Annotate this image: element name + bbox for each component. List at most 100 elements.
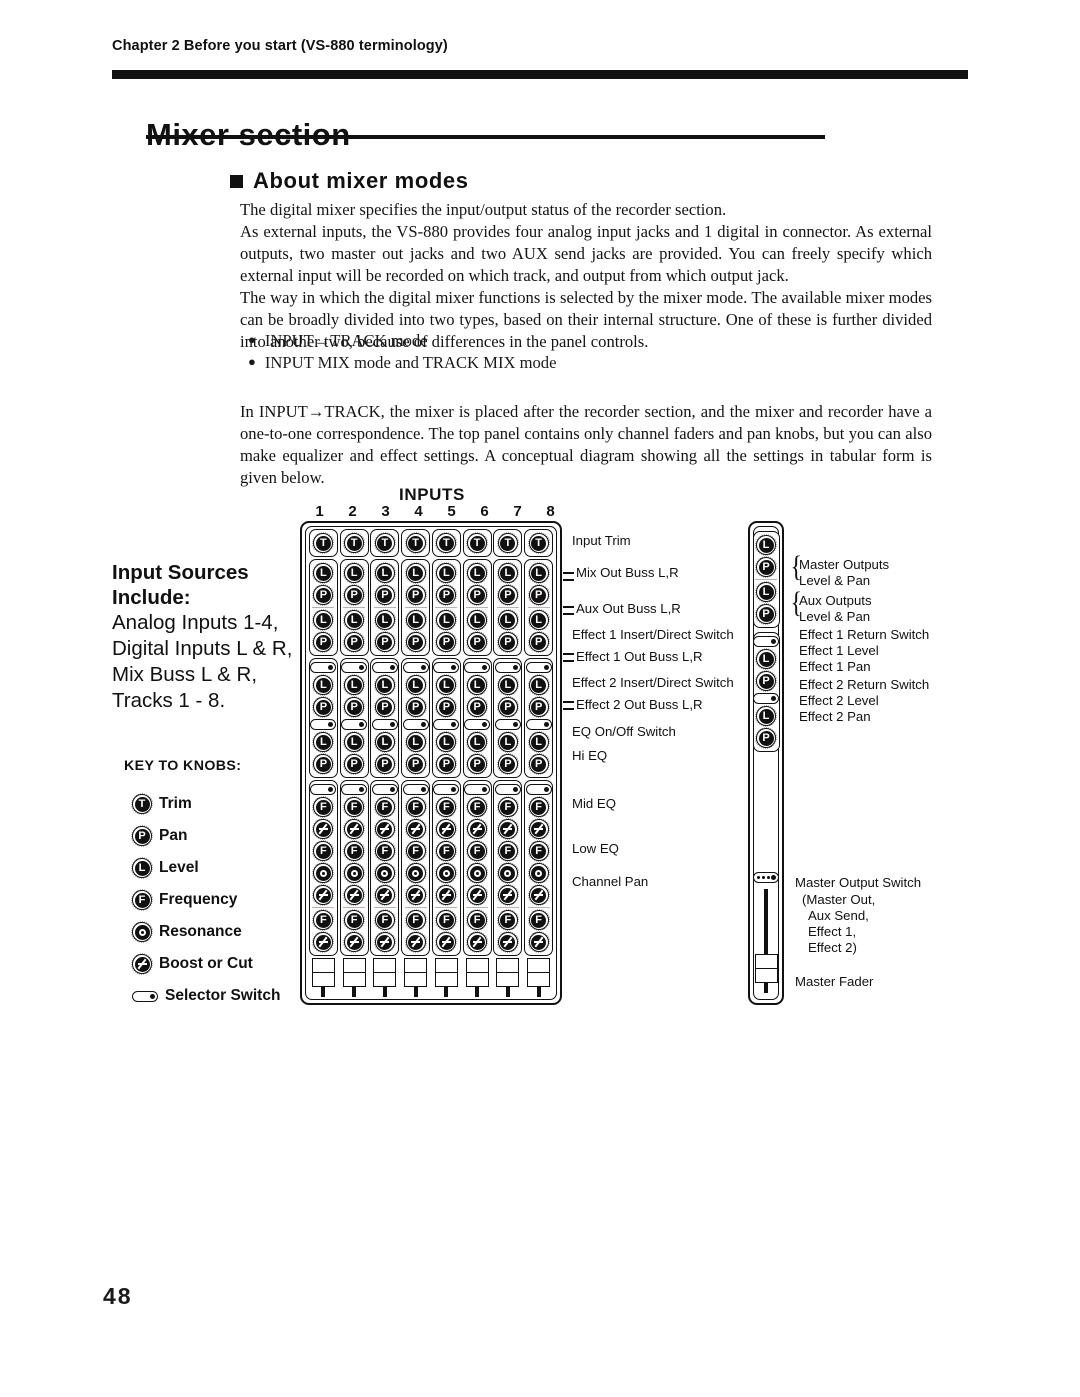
frequency-knob-icon: F	[466, 909, 489, 931]
group-divider	[435, 907, 458, 908]
master-label-effect1-level: Effect 1 Level	[799, 643, 879, 658]
fader-cap[interactable]	[373, 958, 397, 987]
level-knob-icon: L	[373, 731, 396, 753]
buss-connector-mark	[563, 572, 574, 581]
fader-slot	[536, 986, 541, 997]
pan-knob-icon: P	[343, 584, 366, 606]
boost-cut-knob-icon	[343, 818, 366, 840]
frequency-knob-icon: F	[373, 909, 396, 931]
master-label-aux-send: Aux Send,	[808, 908, 869, 923]
selector-switch-icon	[494, 784, 521, 795]
boost-cut-knob-icon	[373, 818, 396, 840]
fader-slot	[505, 986, 510, 997]
selector-switch-icon	[402, 784, 429, 795]
pan-knob-icon: P	[404, 631, 427, 653]
master-label-master-outputs: Master Outputs	[799, 557, 890, 572]
channel-label-hi-eq: Hi EQ	[572, 748, 608, 763]
fader-cap[interactable]	[527, 958, 551, 987]
fader-slot	[475, 986, 480, 997]
master-label-master-out: (Master Out,	[802, 892, 876, 907]
level-knob-icon: L	[312, 731, 335, 753]
buss-send-group: LPLP	[370, 559, 400, 656]
effect-send-group: LPLP	[493, 658, 523, 778]
frequency-knob-icon: F	[373, 796, 396, 818]
channel-fader[interactable]	[496, 958, 520, 997]
level-knob-icon: L	[343, 731, 366, 753]
frequency-knob-icon: F	[404, 796, 427, 818]
group-divider	[404, 607, 427, 608]
buss-connector-mark	[563, 653, 574, 662]
boost-cut-knob-icon	[373, 884, 396, 906]
equalizer-group: FFF	[431, 780, 461, 956]
frequency-knob-icon: F	[404, 909, 427, 931]
pan-knob-icon: P	[343, 631, 366, 653]
group-divider	[755, 579, 777, 580]
master-label-effect2-return: Effect 2 Return Switch	[799, 677, 930, 692]
resonance-knob-icon	[373, 862, 396, 884]
group-divider	[312, 907, 335, 908]
channel-fader[interactable]	[434, 958, 458, 997]
pan-knob-icon: P	[404, 696, 427, 718]
selector-switch-icon	[433, 719, 460, 730]
level-knob-icon: L	[435, 609, 458, 631]
channel-fader[interactable]	[404, 958, 428, 997]
fader-cap[interactable]	[342, 958, 366, 987]
channel-fader[interactable]	[311, 958, 335, 997]
fader-cap[interactable]	[496, 958, 520, 987]
master-fader[interactable]	[754, 889, 778, 993]
frequency-knob-icon: F	[527, 909, 550, 931]
frequency-knob-icon: F	[404, 840, 427, 862]
fader-cap[interactable]	[465, 958, 489, 987]
fader-cap[interactable]	[434, 958, 458, 987]
pan-knob-icon: P	[755, 556, 777, 578]
channel-number: 8	[546, 503, 555, 520]
input-channel-console: TLPLPLPLPFFFPTLPLPLPLPFFFPTLPLPLPLPFFFPT…	[300, 521, 562, 1005]
effect-send-group: LPLP	[462, 658, 492, 778]
group-divider	[527, 907, 550, 908]
channel-fader[interactable]	[373, 958, 397, 997]
pan-knob-icon: P	[755, 603, 777, 625]
selector-switch-icon	[433, 784, 460, 795]
pan-knob-icon: P	[373, 753, 396, 775]
fader-cap[interactable]	[754, 954, 778, 983]
pan-knob-icon: P	[496, 696, 519, 718]
fader-slot	[444, 986, 449, 997]
frequency-knob-icon: F	[435, 909, 458, 931]
boost-cut-knob-icon	[496, 818, 519, 840]
fader-cap[interactable]	[404, 958, 428, 987]
master-label-effect-2: Effect 2)	[808, 940, 857, 955]
group-divider	[343, 607, 366, 608]
level-knob-icon: L	[343, 674, 366, 696]
group-divider	[343, 907, 366, 908]
boost-cut-knob-icon	[404, 884, 427, 906]
master-label-effect-1: Effect 1,	[808, 924, 857, 939]
group-divider	[466, 607, 489, 608]
frequency-knob-icon: F	[527, 796, 550, 818]
channel-number: 4	[414, 503, 423, 520]
level-knob-icon: L	[755, 648, 777, 670]
pan-knob-icon: P	[312, 584, 335, 606]
input-trim-group: T	[401, 529, 431, 557]
level-knob-icon: L	[404, 731, 427, 753]
selector-switch-icon	[494, 662, 521, 673]
boost-cut-knob-icon	[466, 884, 489, 906]
selector-switch-icon	[310, 662, 337, 673]
buss-send-group: LPLP	[339, 559, 369, 656]
equalizer-group: FFF	[462, 780, 492, 956]
frequency-knob-icon: F	[343, 909, 366, 931]
fader-cap[interactable]	[311, 958, 335, 987]
channel-label-effect1-out-buss: Effect 1 Out Buss L,R	[576, 649, 703, 664]
boost-cut-knob-icon	[404, 818, 427, 840]
buss-send-group: LPLP	[401, 559, 431, 656]
level-knob-icon: L	[343, 609, 366, 631]
level-knob-icon: L	[466, 562, 489, 584]
channel-number: 5	[447, 503, 456, 520]
pan-knob-icon: P	[527, 631, 550, 653]
channel-fader[interactable]	[527, 958, 551, 997]
fader-slot	[413, 986, 418, 997]
channel-label-channel-pan: Channel Pan	[572, 874, 649, 889]
channel-fader[interactable]	[342, 958, 366, 997]
input-trim-group: T	[493, 529, 523, 557]
pan-knob-icon: P	[496, 631, 519, 653]
channel-fader[interactable]	[465, 958, 489, 997]
